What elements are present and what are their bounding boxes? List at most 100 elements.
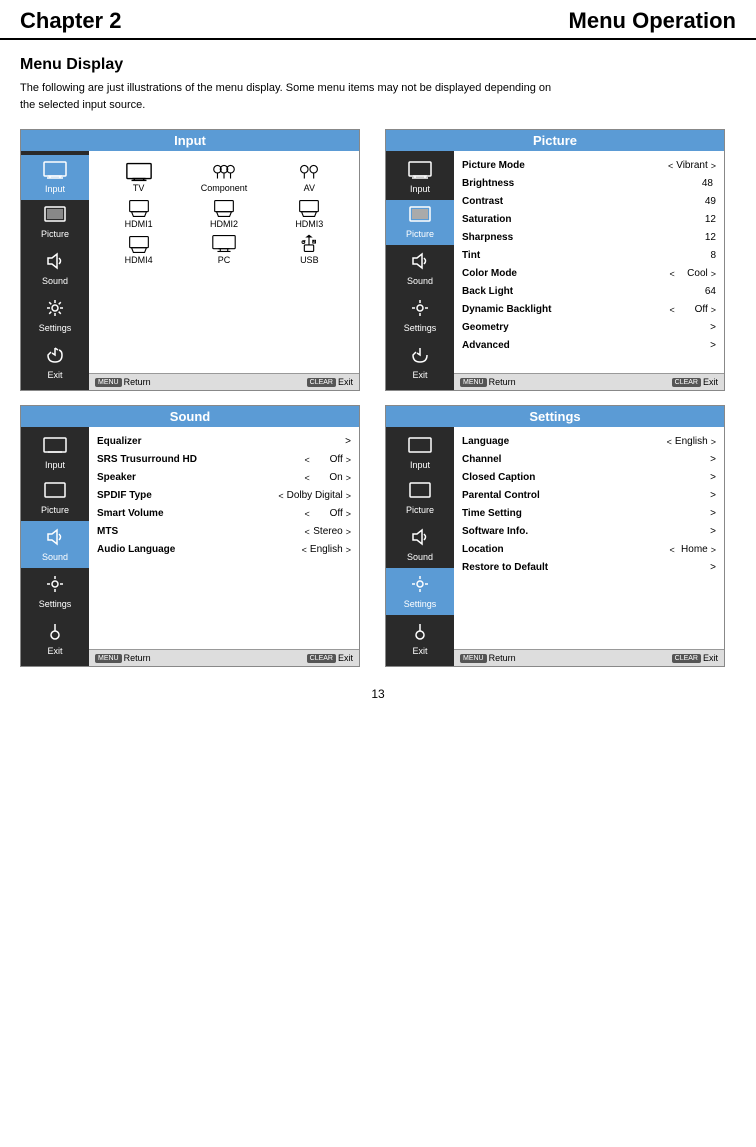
sharpness-row[interactable]: Sharpness 12 — [462, 229, 716, 247]
sidebar-item-sound-4[interactable]: Sound — [386, 521, 454, 568]
menu-return-btn-3[interactable]: MENU Return — [95, 653, 151, 663]
dynamic-backlight-row[interactable]: Dynamic Backlight < Off > — [462, 301, 716, 319]
input-icon-3 — [42, 437, 68, 458]
spdif-row[interactable]: SPDIF Type < Dolby Digital > — [97, 487, 351, 505]
input-usb[interactable]: USB — [268, 233, 351, 265]
tint-row[interactable]: Tint 8 — [462, 247, 716, 265]
settings-panel-footer: MENU Return CLEAR Exit — [454, 649, 724, 666]
parental-control-value: > — [686, 489, 716, 503]
contrast-row[interactable]: Contrast 49 — [462, 193, 716, 211]
sidebar-item-exit-1[interactable]: Exit — [21, 339, 89, 386]
sidebar-item-input-1[interactable]: Input — [21, 155, 89, 200]
sidebar-item-picture-4[interactable]: Picture — [386, 476, 454, 521]
input-icon-4 — [407, 437, 433, 458]
sidebar-item-input-3[interactable]: Input — [21, 431, 89, 476]
menu-return-btn-1[interactable]: MENU Return — [95, 377, 151, 387]
geometry-value: > — [686, 321, 716, 335]
clear-exit-btn-3[interactable]: CLEAR Exit — [307, 653, 353, 663]
location-label: Location — [462, 543, 669, 557]
channel-row[interactable]: Channel > — [462, 451, 716, 469]
sidebar-item-settings-2[interactable]: Settings — [386, 292, 454, 339]
chapter-title: Chapter 2 — [20, 8, 121, 34]
input-tv[interactable]: TV — [97, 161, 180, 193]
audio-lang-row[interactable]: Audio Language < English > — [97, 541, 351, 559]
mts-row[interactable]: MTS < Stereo > — [97, 523, 351, 541]
input-av[interactable]: AV — [268, 161, 351, 193]
menu-return-btn-4[interactable]: MENU Return — [460, 653, 516, 663]
sidebar-label-picture-4: Picture — [406, 505, 434, 515]
component-label: Component — [201, 183, 248, 193]
brightness-label: Brightness — [462, 177, 683, 191]
menu-icon-2: MENU — [460, 378, 487, 387]
clear-exit-btn-1[interactable]: CLEAR Exit — [307, 377, 353, 387]
time-setting-row[interactable]: Time Setting > — [462, 505, 716, 523]
equalizer-label: Equalizer — [97, 435, 321, 449]
clear-icon-1: CLEAR — [307, 378, 336, 387]
restore-default-row[interactable]: Restore to Default > — [462, 559, 716, 577]
sidebar-item-settings-3[interactable]: Settings — [21, 568, 89, 615]
input-panel: Input Input Picture — [20, 129, 360, 391]
input-icon-2 — [407, 161, 433, 182]
picture-mode-arrow-l: < — [668, 160, 673, 173]
input-pc[interactable]: PC — [182, 233, 265, 265]
sidebar-item-picture-1[interactable]: Picture — [21, 200, 89, 245]
sidebar-item-input-2[interactable]: Input — [386, 155, 454, 200]
settings-panel-sidebar: Input Picture Sound — [386, 427, 454, 666]
input-content-area: TV Component AV — [89, 151, 359, 373]
audio-lang-label: Audio Language — [97, 543, 302, 557]
sidebar-item-settings-4[interactable]: Settings — [386, 568, 454, 615]
sidebar-item-exit-3[interactable]: Exit — [21, 615, 89, 662]
sidebar-item-settings-1[interactable]: Settings — [21, 292, 89, 339]
back-light-row[interactable]: Back Light 64 — [462, 283, 716, 301]
picture-panel-footer: MENU Return CLEAR Exit — [454, 373, 724, 390]
advanced-row[interactable]: Advanced > — [462, 337, 716, 355]
color-mode-row[interactable]: Color Mode < Cool > — [462, 265, 716, 283]
sidebar-label-exit-2: Exit — [412, 370, 427, 380]
closed-caption-row[interactable]: Closed Caption > — [462, 469, 716, 487]
input-component[interactable]: Component — [182, 161, 265, 193]
input-hdmi2[interactable]: HDMI2 — [182, 197, 265, 229]
menu-icon-4: MENU — [460, 654, 487, 663]
input-icons-grid: TV Component AV — [97, 157, 351, 269]
sidebar-item-exit-2[interactable]: Exit — [386, 339, 454, 386]
location-row[interactable]: Location < Home > — [462, 541, 716, 559]
input-hdmi4[interactable]: HDMI4 — [97, 233, 180, 265]
sidebar-item-input-4[interactable]: Input — [386, 431, 454, 476]
smart-vol-arrow-r: > — [346, 508, 351, 521]
exit-label-1: Exit — [338, 377, 353, 387]
sidebar-item-sound-1[interactable]: Sound — [21, 245, 89, 292]
parental-control-label: Parental Control — [462, 489, 686, 503]
sound-icon-3 — [45, 527, 65, 550]
picture-mode-arrow-r: > — [711, 160, 716, 173]
smart-volume-row[interactable]: Smart Volume < Off > — [97, 505, 351, 523]
exit-label-2: Exit — [703, 377, 718, 387]
dynamic-bl-value: Off — [678, 303, 708, 317]
saturation-row[interactable]: Saturation 12 — [462, 211, 716, 229]
page-content: Menu Display The following are just illu… — [0, 40, 756, 727]
menu-return-btn-2[interactable]: MENU Return — [460, 377, 516, 387]
input-hdmi3[interactable]: HDMI3 — [268, 197, 351, 229]
sidebar-item-picture-2[interactable]: Picture — [386, 200, 454, 245]
geometry-row[interactable]: Geometry > — [462, 319, 716, 337]
sidebar-item-sound-2[interactable]: Sound — [386, 245, 454, 292]
brightness-row[interactable]: Brightness 48 — [462, 175, 716, 193]
language-value: English — [675, 435, 708, 449]
sound-panel-main: Equalizer > SRS Trusurround HD < Off > S… — [89, 427, 359, 666]
parental-control-row[interactable]: Parental Control > — [462, 487, 716, 505]
software-info-row[interactable]: Software Info. > — [462, 523, 716, 541]
sidebar-item-picture-3[interactable]: Picture — [21, 476, 89, 521]
picture-mode-row[interactable]: Picture Mode < Vibrant > — [462, 157, 716, 175]
sidebar-item-sound-3[interactable]: Sound — [21, 521, 89, 568]
clear-exit-btn-4[interactable]: CLEAR Exit — [672, 653, 718, 663]
exit-icon-3 — [45, 621, 65, 644]
sidebar-item-exit-4[interactable]: Exit — [386, 615, 454, 662]
speaker-row[interactable]: Speaker < On > — [97, 469, 351, 487]
srs-row[interactable]: SRS Trusurround HD < Off > — [97, 451, 351, 469]
clear-exit-btn-2[interactable]: CLEAR Exit — [672, 377, 718, 387]
input-hdmi1[interactable]: HDMI1 — [97, 197, 180, 229]
language-row[interactable]: Language < English > — [462, 433, 716, 451]
section-title-header: Menu Operation — [569, 8, 736, 34]
sidebar-label-sound-3: Sound — [42, 552, 68, 562]
time-setting-value: > — [686, 507, 716, 521]
equalizer-row[interactable]: Equalizer > — [97, 433, 351, 451]
